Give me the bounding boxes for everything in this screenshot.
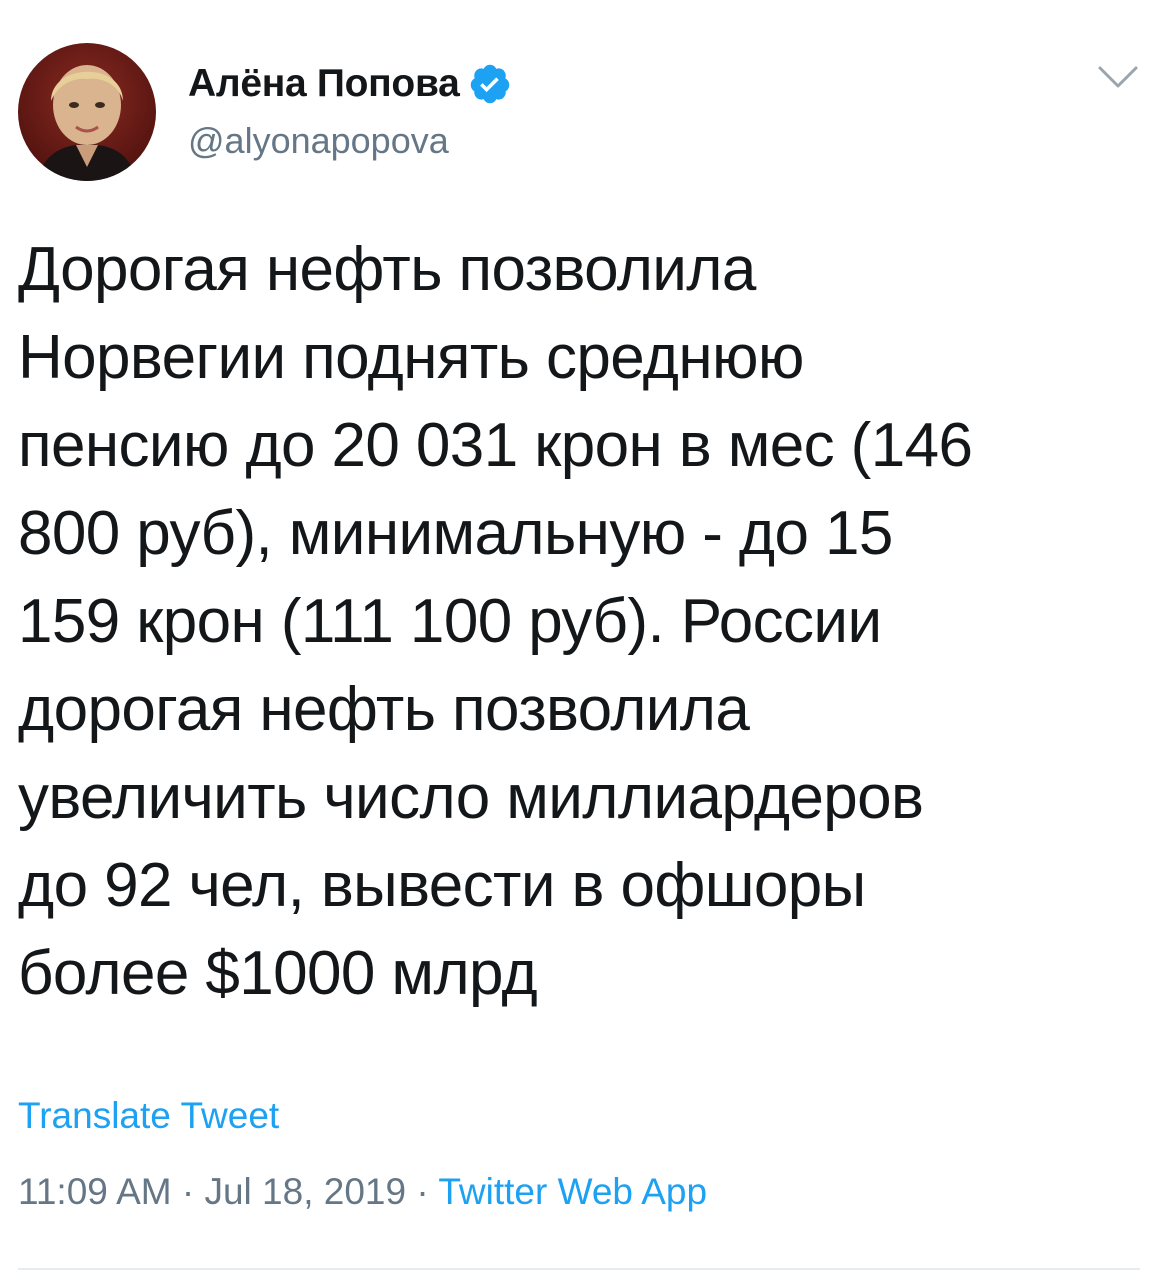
- tweet-metadata: 11:09 AM · Jul 18, 2019 · Twitter Web Ap…: [18, 1168, 707, 1216]
- meta-separator: ·: [181, 1171, 195, 1212]
- author-name-row[interactable]: Алёна Попова: [188, 60, 512, 108]
- tweet-text: Дорогая нефть позволила Норвегии поднять…: [18, 226, 1138, 1018]
- tweet-text-line: пенсию до 20 031 крон в мес (146: [18, 411, 973, 480]
- tweet-source-link[interactable]: Twitter Web App: [438, 1171, 707, 1212]
- tweet-text-line: увеличить число миллиардеров: [18, 763, 924, 832]
- tweet-menu-button[interactable]: [1096, 62, 1140, 92]
- verified-badge-icon: [468, 62, 512, 106]
- translate-tweet-link[interactable]: Translate Tweet: [18, 1092, 279, 1140]
- tweet-date[interactable]: Jul 18, 2019: [204, 1171, 406, 1212]
- tweet-text-line: до 92 чел, вывести в офшоры: [18, 851, 866, 920]
- divider: [18, 1268, 1140, 1270]
- meta-separator: ·: [416, 1171, 429, 1212]
- tweet-text-line: дорогая нефть позволила: [18, 675, 750, 744]
- tweet-text-line: Дорогая нефть позволила: [18, 235, 756, 304]
- tweet-text-line: Норвегии поднять среднюю: [18, 323, 804, 392]
- author-handle[interactable]: @alyonapopova: [188, 118, 449, 164]
- tweet-time[interactable]: 11:09 AM: [18, 1171, 172, 1212]
- profile-photo-icon: [18, 43, 156, 181]
- avatar[interactable]: [18, 43, 156, 181]
- author-display-name[interactable]: Алёна Попова: [188, 60, 460, 108]
- tweet-text-line: более $1000 млрд: [18, 939, 538, 1008]
- tweet-text-line: 800 руб), минимальную - до 15: [18, 499, 893, 568]
- tweet-text-line: 159 крон (111 100 руб). России: [18, 587, 882, 656]
- chevron-down-icon: [1098, 66, 1138, 88]
